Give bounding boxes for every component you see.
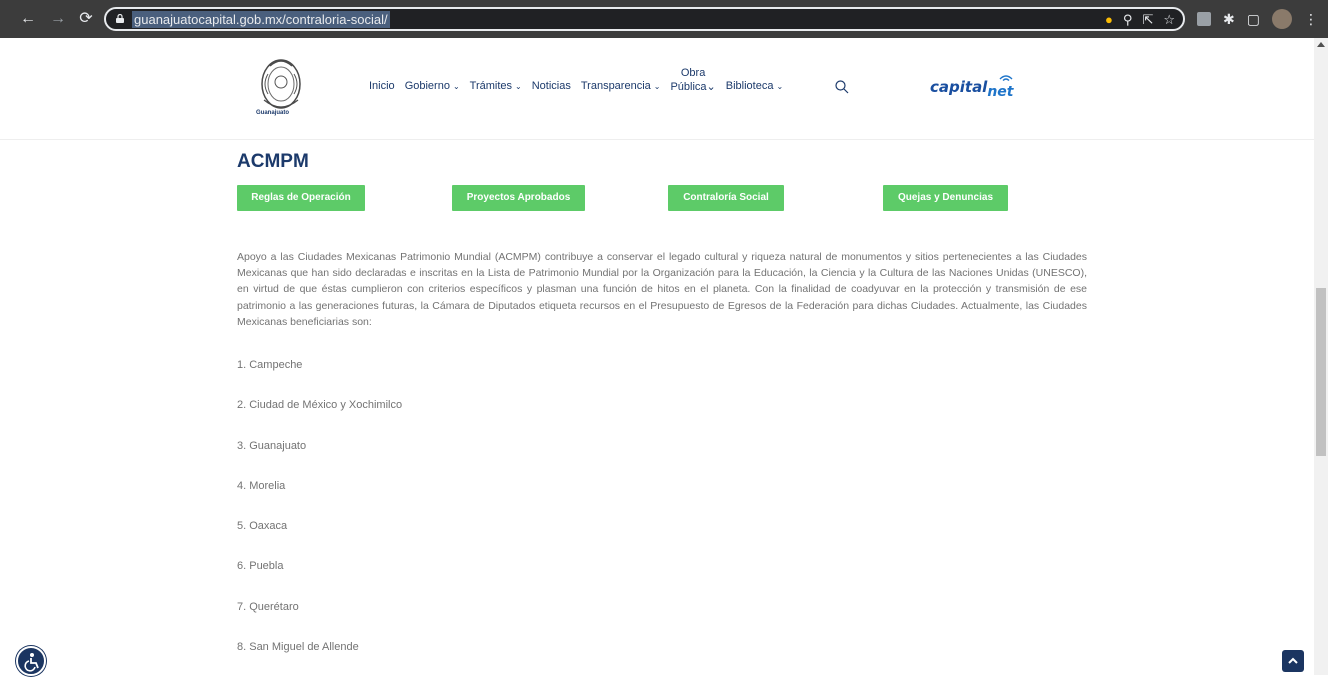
page-scrollbar[interactable] [1314,38,1328,675]
nav-inicio[interactable]: Inicio [369,80,395,92]
wifi-icon [999,75,1013,82]
list-item: 2. Ciudad de México y Xochimilco [237,399,403,411]
list-item: 7. Querétaro [237,601,299,613]
nav-gobierno[interactable]: Gobierno ⌄ [405,80,460,92]
url-text[interactable]: guanajuatocapital.gob.mx/contraloria-soc… [132,11,390,28]
scroll-up-icon[interactable] [1317,42,1325,47]
google-icon[interactable]: ● [1105,10,1113,29]
reload-icon[interactable]: ⟳ [76,9,96,29]
extension-icon[interactable] [1197,12,1212,26]
share-icon[interactable]: ⇱ [1142,10,1153,29]
proyectos-aprobados-button[interactable]: Proyectos Aprobados [452,185,585,211]
chevron-down-icon: ⌄ [452,82,460,91]
puzzle-icon[interactable]: ✱ [1223,11,1235,27]
list-item: 3. Guanajuato [237,440,307,452]
profile-avatar[interactable] [1272,9,1292,29]
list-item: 5. Oaxaca [237,520,288,532]
chevron-down-icon: ⌄ [515,82,522,91]
star-icon[interactable]: ☆ [1163,10,1175,29]
list-item: 1. Campeche [237,359,303,371]
address-bar[interactable]: guanajuatocapital.gob.mx/contraloria-soc… [104,7,1185,31]
chevron-down-icon: ⌄ [653,82,661,91]
chevron-down-icon: ⌄ [706,81,716,93]
lock-icon [116,14,124,23]
menu-kebab-icon[interactable]: ⋮ [1304,11,1318,27]
logo-caption: Guanajuato [256,110,290,116]
contraloria-social-button[interactable]: Contraloría Social [668,185,784,211]
sidepanel-icon[interactable]: ▢ [1247,11,1260,27]
list-item: 4. Morelia [237,480,286,492]
section-buttons: Reglas de Operación Proyectos Aprobados … [237,185,1087,211]
list-item: 6. Puebla [237,560,284,572]
nav-tramites[interactable]: Trámites ⌄ [470,80,522,92]
accessibility-button[interactable] [16,646,46,676]
nav-biblioteca[interactable]: Biblioteca ⌄ [726,80,783,92]
scroll-thumb[interactable] [1316,288,1326,456]
site-header: Guanajuato Inicio Gobierno ⌄ Trámites ⌄ No… [0,38,1314,140]
chevron-down-icon: ⌄ [776,82,784,91]
page-title: ACMPM [237,151,309,172]
intro-paragraph: Apoyo a las Ciudades Mexicanas Patrimoni… [237,251,1087,328]
chevron-up-icon [1288,657,1298,664]
reglas-de-operacion-button[interactable]: Reglas de Operación [237,185,365,211]
nav-transparencia[interactable]: Transparencia ⌄ [581,80,661,92]
nav-obra-publica[interactable]: Obra Pública⌄ [670,66,715,94]
zoom-icon[interactable]: ⚲ [1123,10,1133,29]
list-item: 8. San Miguel de Allende [237,641,359,653]
capitalnet-logo[interactable]: capitalnet [930,75,1013,100]
main-navigation: Inicio Gobierno ⌄ Trámites ⌄ Noticias Tran… [369,67,793,94]
browser-toolbar: ← → ⟳ guanajuatocapital.gob.mx/contralor… [0,0,1328,38]
quejas-y-denuncias-button[interactable]: Quejas y Denuncias [883,185,1008,211]
nav-noticias[interactable]: Noticias [532,80,571,92]
main-content: ACMPM Reglas de Operación Proyectos Apro… [237,150,1087,653]
back-to-top-button[interactable] [1282,650,1304,672]
search-icon[interactable] [835,80,849,94]
back-arrow-icon[interactable]: ← [18,9,38,29]
wheelchair-icon [24,653,39,672]
forward-arrow-icon[interactable]: → [48,9,68,29]
